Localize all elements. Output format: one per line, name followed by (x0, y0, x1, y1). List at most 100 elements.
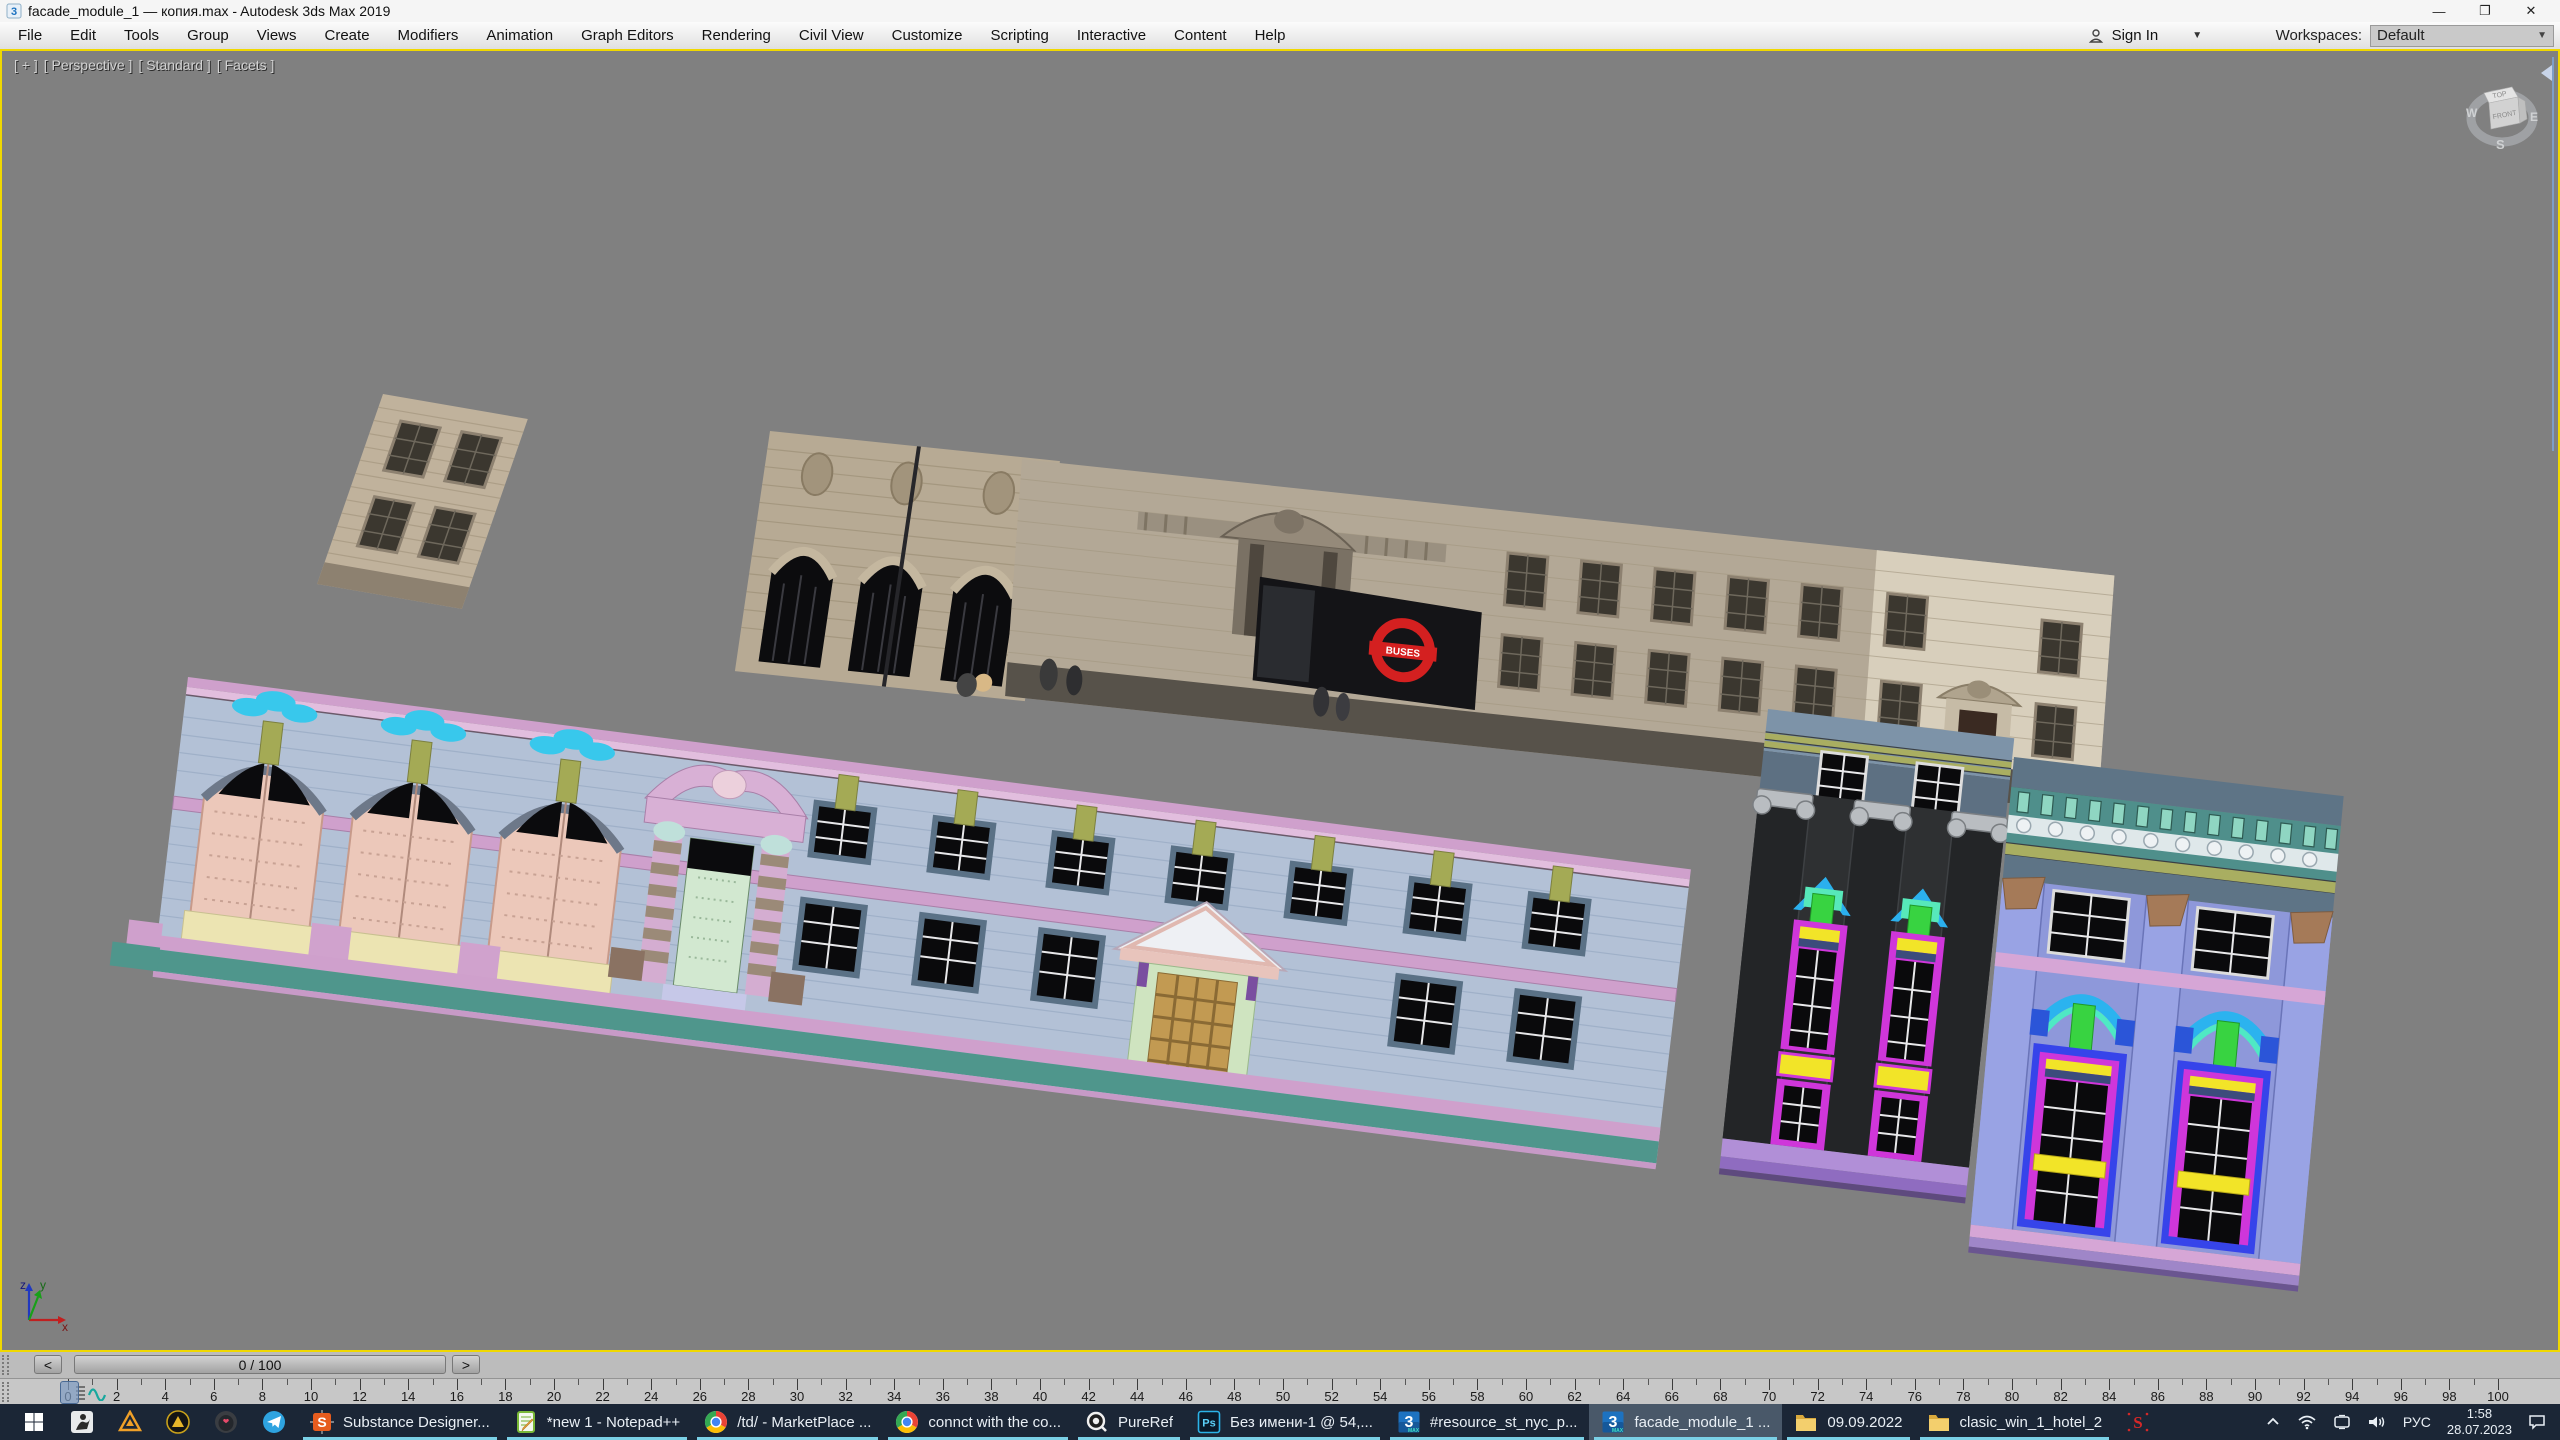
taskbar-chrome-marketplace[interactable]: /td/ - MarketPlace ... (692, 1404, 883, 1440)
current-frame-indicator[interactable] (60, 1381, 79, 1404)
frame-label-52: 52 (1324, 1389, 1338, 1404)
menu-item-scripting[interactable]: Scripting (976, 27, 1062, 44)
close-button[interactable]: ✕ (2508, 3, 2554, 19)
taskbar: SSubstance Designer... *new 1 - Notepad++… (0, 1404, 2560, 1440)
frame-label-64: 64 (1616, 1389, 1630, 1404)
frame-label-50: 50 (1276, 1389, 1290, 1404)
taskbar-folder-09-09-2022[interactable]: 09.09.2022 (1782, 1404, 1914, 1440)
viewport[interactable]: [ + ] [ Perspective ] [ Standard ] [ Facets… (0, 49, 2560, 1352)
menu-item-create[interactable]: Create (311, 27, 384, 44)
taskbar-notepad-plus-plus[interactable]: *new 1 - Notepad++ (502, 1404, 692, 1440)
viewcube-east[interactable]: E (2530, 110, 2538, 124)
frame-label-100: 100 (2487, 1389, 2509, 1404)
clock[interactable]: 1:58 28.07.2023 (2447, 1406, 2512, 1437)
taskbar-photoshop[interactable]: PsБез имени-1 @ 54,... (1185, 1404, 1385, 1440)
pureref-icon (1085, 1410, 1109, 1434)
menu-item-help[interactable]: Help (1241, 27, 1300, 44)
workspaces-label: Workspaces: (2276, 27, 2362, 44)
viewport-label-seg-1[interactable]: [ Perspective ] (44, 57, 133, 73)
taskbar-monkey-app[interactable] (202, 1404, 250, 1440)
taskbar-substance-triangle[interactable] (106, 1404, 154, 1440)
viewcube[interactable]: W S E TOP FRONT (2466, 87, 2538, 152)
frame-label-30: 30 (790, 1389, 804, 1404)
3dsmax-icon: 3MAX (1601, 1410, 1625, 1434)
menu-bar: FileEditToolsGroupViewsCreateModifiersAn… (0, 22, 2560, 50)
frame-label-2: 2 (113, 1389, 120, 1404)
facade-photo-small[interactable] (317, 394, 528, 609)
viewcube-west[interactable]: W (2466, 106, 2478, 120)
tray-chevron-icon[interactable] (2265, 1414, 2281, 1430)
viewport-label-seg-0[interactable]: [ + ] (14, 57, 38, 73)
taskbar-label: facade_module_1 ... (1634, 1414, 1770, 1431)
frame-label-4: 4 (162, 1389, 169, 1404)
workspace-select[interactable]: Default ▼ (2370, 25, 2554, 47)
taskbar-substance-designer[interactable]: SSubstance Designer... (298, 1404, 502, 1440)
menu-item-customize[interactable]: Customize (878, 27, 977, 44)
taskbar-zbrush[interactable] (58, 1404, 106, 1440)
frame-label-36: 36 (936, 1389, 950, 1404)
menu-item-group[interactable]: Group (173, 27, 243, 44)
frame-label-80: 80 (2005, 1389, 2019, 1404)
viewport-label-seg-2[interactable]: [ Standard ] (138, 57, 210, 73)
taskbar-yellow-circle-app[interactable] (154, 1404, 202, 1440)
menu-item-content[interactable]: Content (1160, 27, 1241, 44)
menu-item-rendering[interactable]: Rendering (688, 27, 785, 44)
time-slider-handle[interactable]: 0 / 100 (74, 1355, 446, 1374)
menu-item-edit[interactable]: Edit (56, 27, 110, 44)
frame-label-16: 16 (450, 1389, 464, 1404)
volume-icon[interactable] (2367, 1414, 2387, 1430)
taskbar-max-resource[interactable]: 3MAX#resource_st_nyc_p... (1385, 1404, 1590, 1440)
frame-label-26: 26 (693, 1389, 707, 1404)
windows-start-icon (22, 1410, 46, 1434)
taskbar-chrome-connct[interactable]: connct with the co... (883, 1404, 1073, 1440)
frame-ruler[interactable]: 0246810121416182022242628303234363840424… (0, 1379, 2560, 1405)
menu-item-tools[interactable]: Tools (110, 27, 173, 44)
track-bar[interactable]: 0246810121416182022242628303234363840424… (0, 1378, 2560, 1405)
next-frame-button[interactable]: > (452, 1355, 480, 1374)
menu-item-civil-view[interactable]: Civil View (785, 27, 878, 44)
zbrush-icon (70, 1410, 94, 1434)
taskbar-pureref[interactable]: PureRef (1073, 1404, 1185, 1440)
taskbar-max-facade-module[interactable]: 3MAX facade_module_1 ... (1589, 1404, 1782, 1440)
frame-label-10: 10 (304, 1389, 318, 1404)
menu-item-interactive[interactable]: Interactive (1063, 27, 1160, 44)
frame-label-12: 12 (352, 1389, 366, 1404)
taskbar-start[interactable] (10, 1404, 58, 1440)
time-slider-grip[interactable] (2, 1355, 9, 1375)
svg-text:S: S (2133, 1413, 2142, 1432)
menu-item-graph-editors[interactable]: Graph Editors (567, 27, 688, 44)
taskbar-label: *new 1 - Notepad++ (547, 1414, 680, 1431)
svg-text:Ps: Ps (1202, 1418, 1215, 1430)
taskbar-label: connct with the co... (928, 1414, 1061, 1431)
svg-text:MAX: MAX (1612, 1428, 1624, 1434)
command-panel-collapsed[interactable] (2541, 57, 2553, 451)
action-center-icon[interactable] (2528, 1414, 2546, 1430)
frame-label-34: 34 (887, 1389, 901, 1404)
viewcube-south[interactable]: S (2496, 137, 2505, 152)
frame-label-8: 8 (259, 1389, 266, 1404)
facade-model-dark[interactable] (1714, 708, 2019, 1204)
taskbar-substance-painter[interactable]: S (2114, 1404, 2162, 1440)
clock-date: 28.07.2023 (2447, 1422, 2512, 1438)
frame-label-74: 74 (1859, 1389, 1873, 1404)
facade-model-periwinkle[interactable] (1968, 757, 2343, 1292)
chrome-icon (895, 1410, 919, 1434)
taskbar-telegram[interactable] (250, 1404, 298, 1440)
menu-item-modifiers[interactable]: Modifiers (384, 27, 473, 44)
taskbar-folder-clasic-win[interactable]: clasic_win_1_hotel_2 (1915, 1404, 2115, 1440)
facade-model-blue-long[interactable] (109, 671, 1691, 1169)
minimize-button[interactable]: — (2416, 4, 2462, 19)
wifi-icon[interactable] (2297, 1414, 2317, 1430)
cast-display-icon[interactable] (2333, 1414, 2351, 1430)
frame-label-58: 58 (1470, 1389, 1484, 1404)
prev-frame-button[interactable]: < (34, 1355, 62, 1374)
sign-in-button[interactable]: Sign In ▼ (2078, 25, 2268, 46)
maximize-button[interactable]: ❐ (2462, 3, 2508, 19)
viewport-label-seg-3[interactable]: [ Facets ] (217, 57, 275, 73)
menu-item-views[interactable]: Views (243, 27, 311, 44)
language-indicator[interactable]: РУС (2403, 1414, 2431, 1430)
menu-item-animation[interactable]: Animation (472, 27, 567, 44)
taskbar-label: 09.09.2022 (1827, 1414, 1902, 1431)
menu-item-file[interactable]: File (4, 27, 56, 44)
frame-label-76: 76 (1908, 1389, 1922, 1404)
